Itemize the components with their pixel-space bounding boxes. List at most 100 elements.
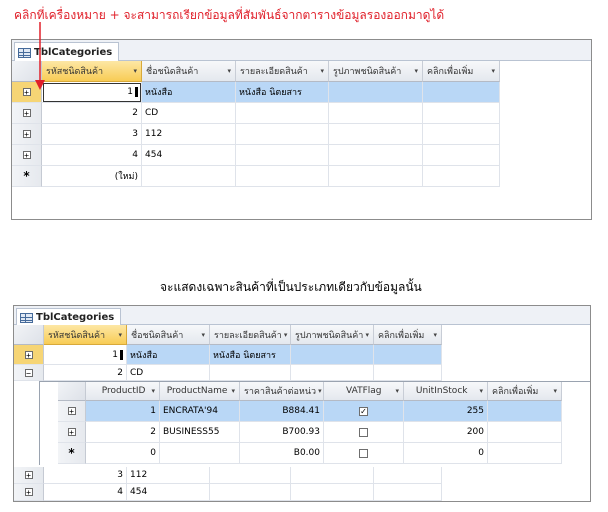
cell-add[interactable] (374, 467, 442, 484)
minus-box-icon[interactable]: − (24, 368, 33, 377)
cell-productname[interactable]: ENCRATA'94 (160, 401, 240, 422)
column-header-image[interactable]: รูปภาพชนิดสินค้า ▾ (329, 61, 423, 82)
cell-image[interactable] (329, 82, 423, 103)
vat-checkbox[interactable] (359, 427, 368, 437)
chevron-down-icon[interactable]: ▾ (395, 387, 399, 395)
column-header-category-name[interactable]: ชื่อชนิดสินค้า ▾ (127, 325, 210, 345)
row-gutter[interactable]: + (12, 103, 42, 124)
cell-unitinstock[interactable]: 0 (404, 443, 488, 464)
chevron-down-icon[interactable]: ▾ (133, 67, 137, 75)
cell-vatflag[interactable] (324, 443, 404, 464)
cell-category-id[interactable]: 2 (44, 365, 127, 381)
cell-category-name[interactable]: CD (127, 365, 210, 381)
tab-tblcategories[interactable]: TblCategories (16, 308, 122, 326)
sub-column-header-vatflag[interactable]: VATFlag ▾ (324, 382, 404, 401)
cell-image[interactable] (291, 365, 374, 381)
cell-image[interactable] (291, 467, 374, 484)
cell-add[interactable] (488, 422, 562, 443)
cell-category-id[interactable]: 2 (42, 103, 142, 124)
cell-add[interactable] (374, 345, 442, 365)
cell-category-id[interactable]: 3 (44, 467, 127, 484)
sub-row-gutter[interactable]: + (58, 422, 86, 443)
chevron-down-icon[interactable]: ▾ (491, 67, 495, 75)
plus-box-icon[interactable]: + (24, 471, 33, 480)
cell-category-name[interactable]: 454 (142, 145, 236, 166)
cell-detail[interactable] (236, 103, 329, 124)
cell-image[interactable] (291, 345, 374, 365)
cell-detail[interactable]: หนังสือ นิตยสาร (210, 345, 291, 365)
sub-column-header-productid[interactable]: ProductID ▾ (86, 382, 160, 401)
cell-productid[interactable]: 2 (86, 422, 160, 443)
cell-add[interactable] (423, 145, 500, 166)
cell-category-id[interactable]: 3 (42, 124, 142, 145)
plus-box-icon[interactable]: + (22, 151, 31, 160)
cell-detail[interactable] (236, 145, 329, 166)
column-header-category-id[interactable]: รหัสชนิดสินค้า ▾ (44, 325, 127, 345)
cell-image[interactable] (329, 103, 423, 124)
cell-category-name[interactable]: หนังสือ (127, 345, 210, 365)
cell-category-id[interactable]: 1 (44, 345, 127, 365)
cell-category-name[interactable]: 454 (127, 484, 210, 501)
chevron-down-icon[interactable]: ▾ (479, 387, 483, 395)
sub-row-gutter[interactable]: + (58, 401, 86, 422)
chevron-down-icon[interactable]: ▾ (433, 331, 437, 339)
sub-select-all-corner[interactable] (58, 382, 86, 401)
cell-category-id[interactable]: 4 (42, 145, 142, 166)
cell-unitinstock[interactable]: 255 (404, 401, 488, 422)
chevron-down-icon[interactable]: ▾ (151, 387, 155, 395)
cell-detail[interactable] (236, 166, 329, 187)
chevron-down-icon[interactable]: ▾ (320, 67, 324, 75)
row-gutter[interactable]: + (14, 467, 44, 484)
cell-add[interactable] (423, 103, 500, 124)
cell-image[interactable] (329, 145, 423, 166)
chevron-down-icon[interactable]: ▾ (284, 331, 288, 339)
plus-box-icon[interactable]: + (67, 407, 76, 416)
cell-category-name[interactable]: หนังสือ (142, 82, 236, 103)
cell-detail[interactable] (210, 484, 291, 501)
cell-add[interactable] (488, 443, 562, 464)
cell-detail[interactable] (236, 124, 329, 145)
column-header-detail[interactable]: รายละเอียดสินค้า ▾ (210, 325, 291, 345)
cell-productid[interactable]: 1 (86, 401, 160, 422)
cell-price[interactable]: B884.41 (240, 401, 324, 422)
chevron-down-icon[interactable]: ▾ (118, 331, 122, 339)
cell-image[interactable] (329, 166, 423, 187)
row-gutter[interactable]: + (14, 345, 44, 365)
cell-productname[interactable] (160, 443, 240, 464)
chevron-down-icon[interactable]: ▾ (231, 387, 235, 395)
column-header-category-name[interactable]: ชื่อชนิดสินค้า ▾ (142, 61, 236, 82)
row-gutter[interactable]: + (12, 145, 42, 166)
column-header-image[interactable]: รูปภาพชนิดสินค้า ▾ (291, 325, 374, 345)
sub-column-header-add[interactable]: คลิกเพื่อเพิ่ม ▾ (488, 382, 562, 401)
cell-image[interactable] (329, 124, 423, 145)
select-all-corner[interactable] (14, 325, 44, 345)
plus-box-icon[interactable]: + (22, 130, 31, 139)
vat-checkbox[interactable]: ✓ (359, 406, 368, 416)
plus-box-icon[interactable]: + (22, 109, 31, 118)
chevron-down-icon[interactable]: ▾ (414, 67, 418, 75)
cell-category-id[interactable]: 1 (42, 82, 142, 103)
cell-new-record[interactable]: (ใหม่) (42, 166, 142, 187)
cell-category-id[interactable]: 4 (44, 484, 127, 501)
sub-new-row-gutter[interactable]: * (58, 443, 86, 464)
chevron-down-icon[interactable]: ▾ (318, 387, 322, 395)
cell-vatflag[interactable] (324, 422, 404, 443)
cell-add[interactable] (488, 401, 562, 422)
cell-add[interactable] (374, 365, 442, 381)
row-gutter[interactable]: + (12, 124, 42, 145)
cell-category-name[interactable]: 112 (142, 124, 236, 145)
cell-unitinstock[interactable]: 200 (404, 422, 488, 443)
cell-price[interactable]: B700.93 (240, 422, 324, 443)
cell-detail[interactable] (210, 365, 291, 381)
column-header-detail[interactable]: รายละเอียดสินค้า ▾ (236, 61, 329, 82)
cell-image[interactable] (291, 484, 374, 501)
sub-column-header-price[interactable]: ราคาสินค้าต่อหน่ว ▾ (240, 382, 324, 401)
chevron-down-icon[interactable]: ▾ (365, 331, 369, 339)
column-header-add[interactable]: คลิกเพื่อเพิ่ม ▾ (374, 325, 442, 345)
column-header-category-id[interactable]: รหัสชนิดสินค้า ▾ (42, 61, 142, 82)
cell-price[interactable]: B0.00 (240, 443, 324, 464)
cell-category-name[interactable]: 112 (127, 467, 210, 484)
chevron-down-icon[interactable]: ▾ (227, 67, 231, 75)
cell-vatflag[interactable]: ✓ (324, 401, 404, 422)
cell-category-name[interactable] (142, 166, 236, 187)
